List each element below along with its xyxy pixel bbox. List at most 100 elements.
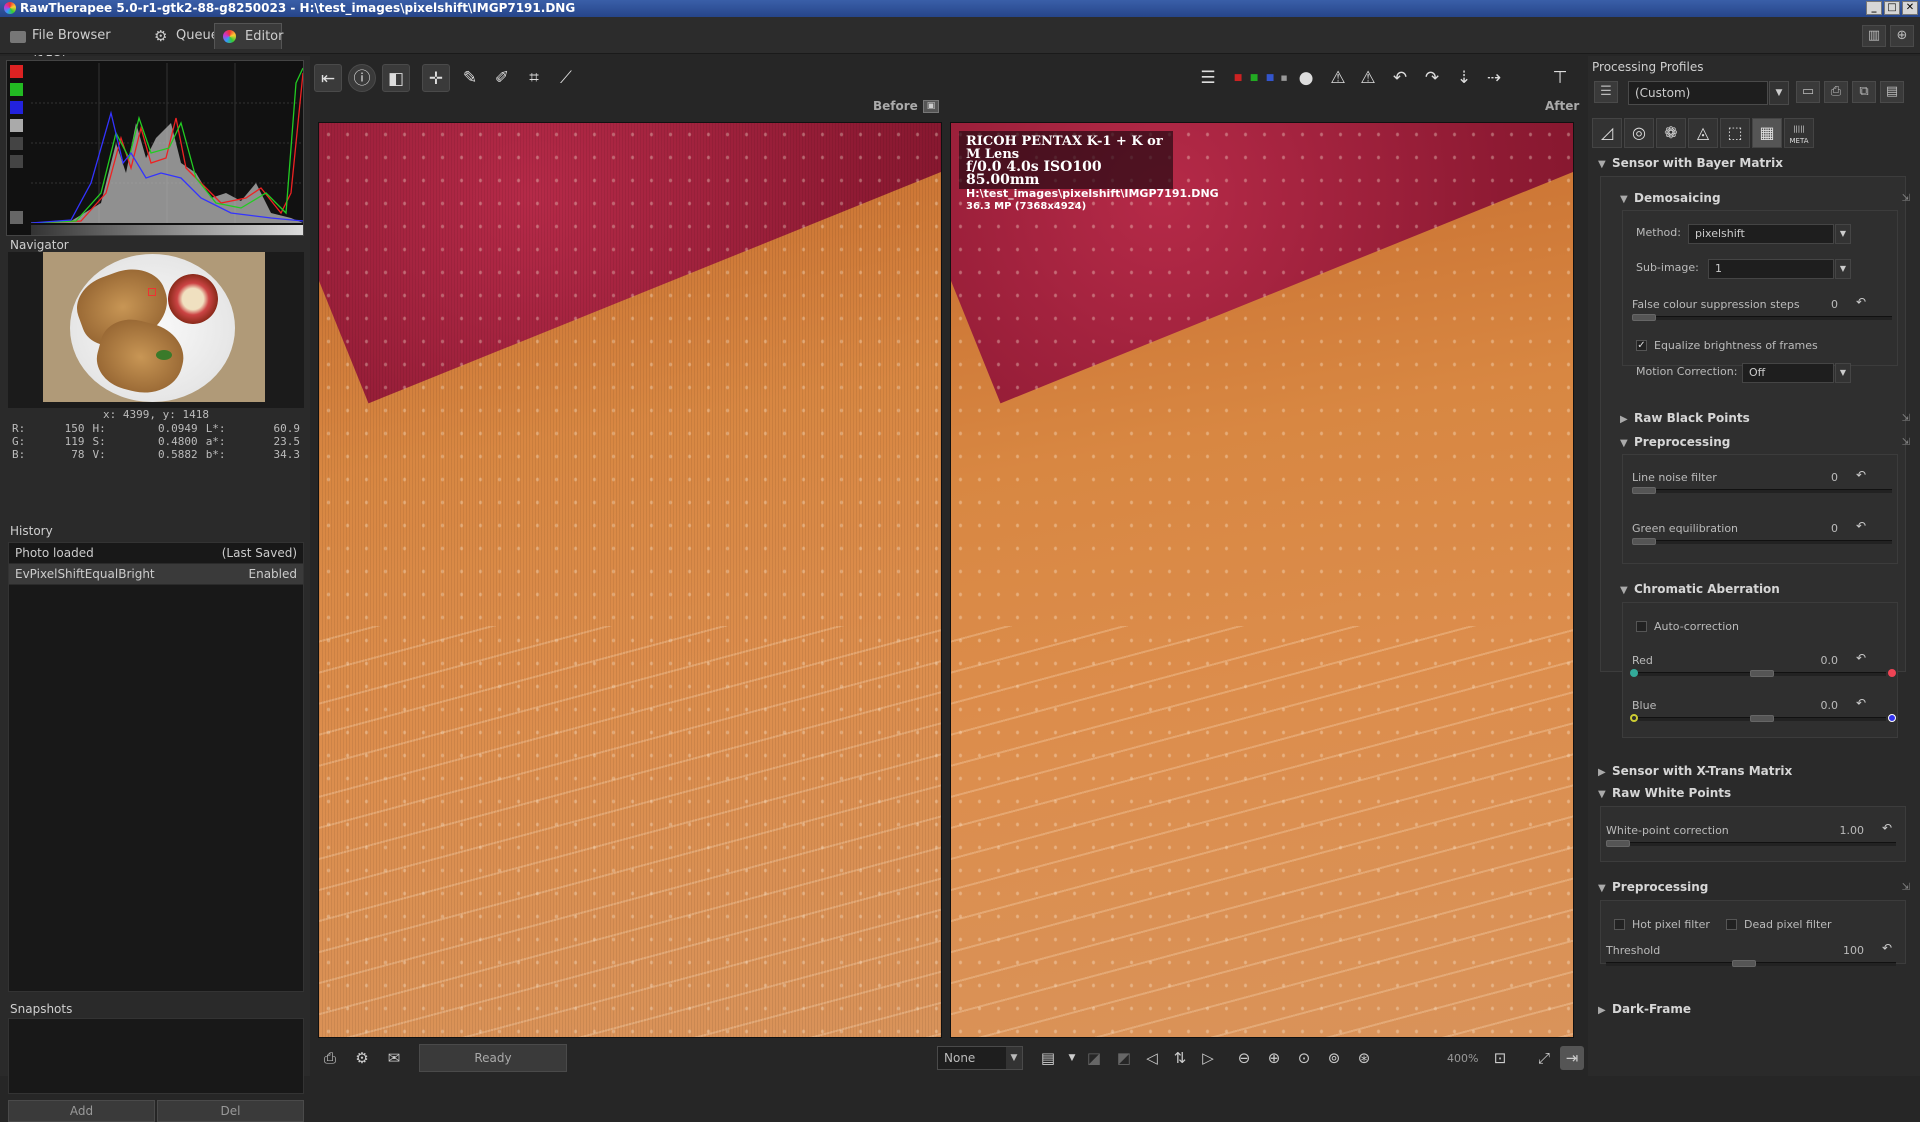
slider-knob[interactable] <box>1632 487 1656 494</box>
green-eq-value[interactable]: 0 <box>1818 522 1838 535</box>
save-profile-icon[interactable]: ⎙ <box>1824 81 1848 103</box>
next-image-icon[interactable]: ▷ <box>1196 1046 1220 1070</box>
section-chromatic-aberration[interactable]: ▼ Chromatic Aberration <box>1620 582 1780 596</box>
equalize-checkbox[interactable]: ✓ <box>1636 340 1647 351</box>
reset-icon[interactable]: ↶ <box>1856 696 1866 710</box>
profile-select[interactable]: (Custom) ▼ <box>1628 81 1789 105</box>
navigator-viewport-rect[interactable] <box>148 288 156 296</box>
queue-image-icon[interactable]: ⚙ <box>350 1046 374 1070</box>
flip-horizontal-icon[interactable]: ⇢ <box>1480 64 1508 92</box>
color-picker-icon[interactable]: ✐ <box>488 64 516 92</box>
section-raw-white-points[interactable]: ▼ Raw White Points <box>1598 786 1731 800</box>
flip-vertical-icon[interactable]: ⇣ <box>1450 64 1478 92</box>
tab-file-browser[interactable]: File Browser (152) <box>2 23 144 69</box>
section-bayer[interactable]: ▼ Sensor with Bayer Matrix <box>1598 156 1783 170</box>
section-preprocessing-2[interactable]: ▼ Preprocessing <box>1598 880 1708 894</box>
focus-mask-icon[interactable]: ● <box>1292 64 1320 92</box>
gamut-check-icon[interactable]: ◪ <box>1082 1046 1106 1070</box>
delete-snapshot-button[interactable]: Del <box>157 1100 304 1122</box>
advanced-icon[interactable]: ◬ <box>1688 118 1718 148</box>
zoom-100-icon[interactable]: ⊛ <box>1352 1046 1376 1070</box>
fullscreen-icon[interactable]: ⤢ <box>1532 1046 1556 1070</box>
metadata-icon[interactable]: ||||| META <box>1784 118 1814 148</box>
histogram-blue-toggle[interactable] <box>10 101 23 114</box>
load-profile-icon[interactable]: ▭ <box>1796 81 1820 103</box>
soft-proof-icon[interactable]: ▤ <box>1036 1046 1060 1070</box>
dead-pixel-checkbox[interactable] <box>1726 919 1737 930</box>
partial-paste-icon[interactable]: ☰ <box>1594 81 1618 103</box>
method-select[interactable]: pixelshift ▼ <box>1688 224 1851 244</box>
rotate-right-icon[interactable]: ↷ <box>1418 64 1446 92</box>
slider-knob[interactable] <box>1632 314 1656 321</box>
lock-icon[interactable]: ▣ <box>923 100 939 113</box>
save-image-icon[interactable]: ⎙ <box>318 1046 342 1070</box>
panel-toggle-icon[interactable]: ▥ <box>1862 25 1886 47</box>
slider-knob[interactable] <box>1750 670 1774 677</box>
tab-queue[interactable]: ⚙ Queue <box>146 23 219 49</box>
green-eq-slider[interactable] <box>1632 538 1892 545</box>
false-colour-slider[interactable] <box>1632 314 1892 321</box>
shadow-clip-warning-icon[interactable]: ⚠ <box>1324 64 1352 92</box>
crop-icon[interactable]: ⌗ <box>520 64 548 92</box>
tab-editor[interactable]: Editor <box>214 23 283 49</box>
section-preprocessing[interactable]: ▼ Preprocessing <box>1620 435 1730 449</box>
reset-icon[interactable]: ↶ <box>1856 519 1866 533</box>
zoom-fit-icon[interactable]: ⊙ <box>1292 1046 1316 1070</box>
section-demosaicing[interactable]: ▼ Demosaicing <box>1620 191 1721 205</box>
wp-correction-slider[interactable] <box>1606 840 1896 847</box>
zoom-fit-crop-icon[interactable]: ⊚ <box>1322 1046 1346 1070</box>
pin-icon[interactable]: ⇲ <box>1902 193 1910 204</box>
zoom-in-icon[interactable]: ⊕ <box>1262 1046 1286 1070</box>
before-preview[interactable] <box>318 122 942 1038</box>
reset-icon[interactable]: ↶ <box>1882 821 1892 835</box>
preview-mode-icon[interactable]: ☰ <box>1194 64 1222 92</box>
red-slider[interactable] <box>1638 670 1886 677</box>
add-snapshot-button[interactable]: Add <box>8 1100 155 1122</box>
rotate-left-icon[interactable]: ↶ <box>1386 64 1414 92</box>
color-profile-select[interactable]: None ▼ <box>937 1046 1023 1070</box>
pin-icon[interactable]: ⇲ <box>1902 413 1910 424</box>
histogram-green-toggle[interactable] <box>10 83 23 96</box>
histogram-luminance-toggle[interactable] <box>10 119 23 132</box>
hot-pixel-checkbox[interactable] <box>1614 919 1625 930</box>
histogram-chroma-toggle[interactable] <box>10 137 23 150</box>
slider-knob[interactable] <box>1732 960 1756 967</box>
transform-icon[interactable]: ⬚ <box>1720 118 1750 148</box>
soft-proofing-icon[interactable]: ◩ <box>1112 1046 1136 1070</box>
blue-slider[interactable] <box>1638 715 1886 722</box>
auto-correction-checkbox[interactable] <box>1636 621 1647 632</box>
close-button[interactable]: ✕ <box>1902 1 1918 15</box>
pin-icon[interactable]: ⇲ <box>1902 882 1910 893</box>
previous-image-icon[interactable]: ◁ <box>1140 1046 1164 1070</box>
slider-knob[interactable] <box>1606 840 1630 847</box>
highlight-clip-warning-icon[interactable]: ⚠ <box>1354 64 1382 92</box>
before-after-icon[interactable]: ◧ <box>382 64 410 92</box>
section-dark-frame[interactable]: ▶ Dark-Frame <box>1598 1002 1691 1016</box>
straighten-icon[interactable]: ⟋ <box>552 64 580 92</box>
section-xtrans[interactable]: ▶ Sensor with X-Trans Matrix <box>1598 764 1792 778</box>
reset-icon[interactable]: ↶ <box>1856 651 1866 665</box>
info-icon[interactable]: ⓘ <box>348 64 376 92</box>
minimize-button[interactable]: _ <box>1866 1 1882 15</box>
slider-knob[interactable] <box>1750 715 1774 722</box>
history-row[interactable]: Photo loaded (Last Saved) <box>9 543 303 564</box>
hand-tool-icon[interactable]: ✛ <box>422 64 450 92</box>
hide-top-panel-icon[interactable]: ⊤ <box>1546 64 1574 92</box>
hide-right-panel-icon[interactable]: ⇥ <box>1560 1046 1584 1070</box>
zoom-out-icon[interactable]: ⊖ <box>1232 1046 1256 1070</box>
raw-icon[interactable]: ▦ <box>1752 118 1782 148</box>
reset-icon[interactable]: ↶ <box>1856 468 1866 482</box>
sync-image-icon[interactable]: ⇅ <box>1168 1046 1192 1070</box>
wp-correction-value[interactable]: 1.00 <box>1824 824 1865 837</box>
section-raw-black-points[interactable]: ▶ Raw Black Points <box>1620 411 1750 425</box>
motion-select[interactable]: Off ▼ <box>1742 363 1851 383</box>
blue-value[interactable]: 0.0 <box>1806 699 1839 712</box>
color-icon[interactable]: ❁ <box>1656 118 1686 148</box>
detail-icon[interactable]: ◎ <box>1624 118 1654 148</box>
pin-icon[interactable]: ⇲ <box>1902 437 1910 448</box>
histogram-raw-toggle[interactable] <box>10 155 23 168</box>
threshold-value[interactable]: 100 <box>1824 944 1864 957</box>
after-preview[interactable]: RICOH PENTAX K-1 + K or M Lens f/0.0 4.0… <box>950 122 1574 1038</box>
reset-icon[interactable]: ↶ <box>1882 941 1892 955</box>
copy-profile-icon[interactable]: ⧉ <box>1852 81 1876 103</box>
